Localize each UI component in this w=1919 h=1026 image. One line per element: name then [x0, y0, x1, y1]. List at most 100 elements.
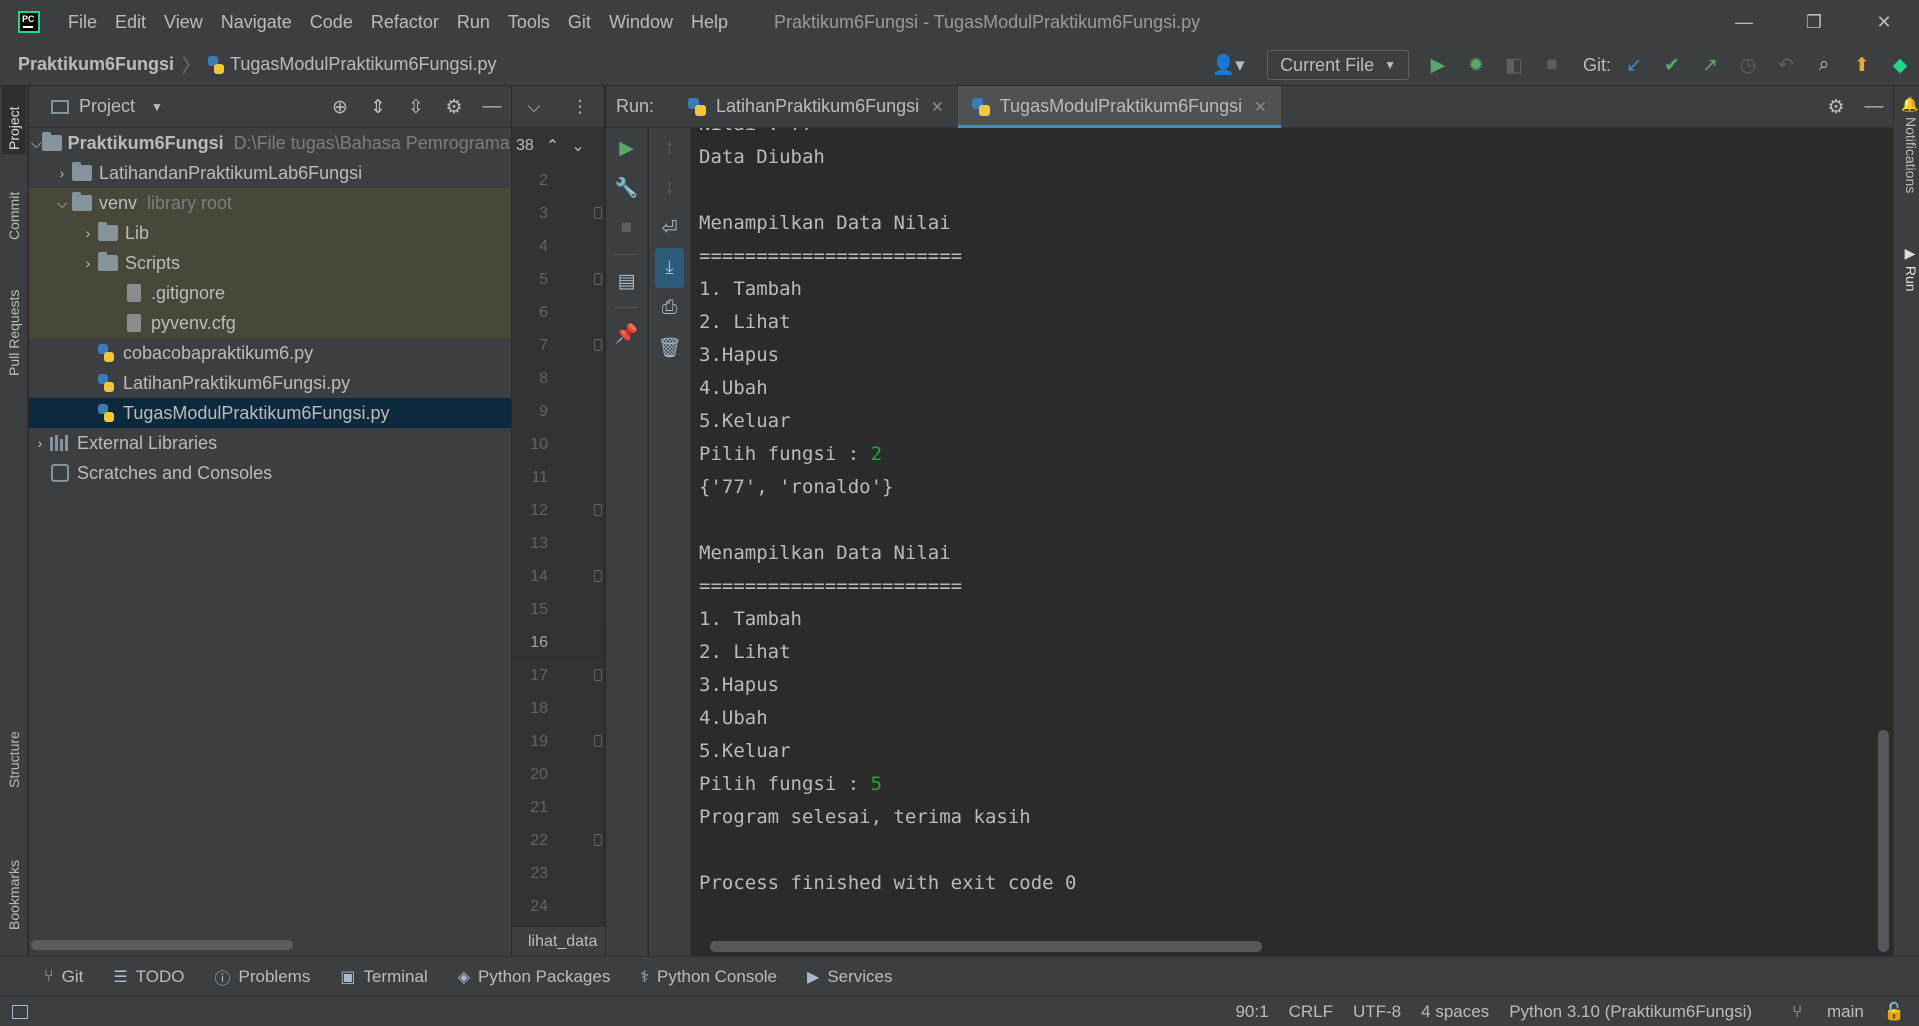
hide-icon[interactable]: —: [473, 86, 511, 128]
user-icon[interactable]: 👤▾: [1205, 44, 1251, 86]
run-tab-tugas[interactable]: TugasModulPraktikum6Fungsi ✕: [957, 85, 1281, 128]
layout-icon[interactable]: ▤: [606, 261, 647, 301]
tree-item-file[interactable]: LatihanPraktikum6Fungsi.py: [29, 368, 511, 398]
trash-icon[interactable]: 🗑: [649, 328, 690, 368]
chevron-down-icon[interactable]: ⌵: [31, 135, 42, 152]
file-encoding[interactable]: UTF-8: [1353, 1002, 1401, 1022]
chevron-right-icon[interactable]: ›: [53, 165, 71, 181]
vertical-scrollbar[interactable]: [1878, 730, 1889, 952]
breadcrumb-file[interactable]: TugasModulPraktikum6Fungsi.py: [230, 54, 496, 75]
tool-tab-git[interactable]: ⑂ Git: [44, 967, 83, 987]
horizontal-scrollbar[interactable]: [31, 940, 293, 950]
breadcrumb-project[interactable]: Praktikum6Fungsi: [18, 54, 174, 75]
lock-icon[interactable]: 🔓: [1884, 1002, 1905, 1022]
fold-icon[interactable]: [594, 735, 602, 747]
project-view-select[interactable]: Project: [79, 96, 135, 117]
hide-icon[interactable]: —: [1855, 86, 1893, 128]
tree-item-file[interactable]: pyvenv.cfg: [29, 308, 511, 338]
scroll-to-end-icon[interactable]: ⤓: [655, 248, 684, 288]
fold-icon[interactable]: [594, 570, 602, 582]
line-separator[interactable]: CRLF: [1289, 1002, 1333, 1022]
search-icon[interactable]: ⌕: [1805, 44, 1843, 86]
pin-icon[interactable]: 📌: [606, 314, 647, 354]
stop-icon[interactable]: ■: [1533, 44, 1571, 86]
collapse-all-icon[interactable]: ⇳: [397, 86, 435, 128]
git-push-icon[interactable]: ↗: [1691, 44, 1729, 86]
toggle-tool-windows-icon[interactable]: [12, 1004, 28, 1019]
gear-icon[interactable]: ⚙: [435, 86, 473, 128]
git-branch[interactable]: ⑂ main: [1772, 1002, 1864, 1022]
fold-icon[interactable]: [594, 669, 602, 681]
ide-logo-icon[interactable]: ◆: [1881, 44, 1919, 86]
history-icon[interactable]: ◷: [1729, 44, 1767, 86]
menu-tools[interactable]: Tools: [508, 12, 550, 33]
print-icon[interactable]: ⎙: [649, 288, 690, 328]
tool-tab-run[interactable]: ▶ Run: [1897, 246, 1919, 306]
git-update-icon[interactable]: ↙: [1615, 44, 1653, 86]
menu-run[interactable]: Run: [457, 12, 490, 33]
menu-edit[interactable]: Edit: [115, 12, 146, 33]
arrow-up-icon[interactable]: ↑: [649, 128, 690, 168]
tree-item-scratches[interactable]: Scratches and Consoles: [29, 458, 511, 488]
close-icon[interactable]: ✕: [1849, 0, 1919, 44]
tool-tab-project[interactable]: Project: [2, 86, 26, 154]
function-breadcrumb[interactable]: lihat_data: [512, 926, 605, 956]
wrench-icon[interactable]: 🔧: [606, 168, 647, 208]
run-configuration-select[interactable]: Current File ▼: [1267, 50, 1409, 80]
menu-navigate[interactable]: Navigate: [221, 12, 292, 33]
tool-tab-services[interactable]: ▶ Services: [807, 967, 893, 987]
restore-icon[interactable]: ❐: [1779, 0, 1849, 44]
tree-item-folder[interactable]: › Scripts: [29, 248, 511, 278]
horizontal-scrollbar[interactable]: [710, 941, 1262, 952]
tool-tab-python-packages[interactable]: ◈ Python Packages: [458, 967, 611, 987]
tool-tab-structure[interactable]: Structure: [2, 716, 26, 788]
rerun-icon[interactable]: ▶: [606, 128, 647, 168]
tree-item-project-root[interactable]: ⌵ Praktikum6Fungsi D:\File tugas\Bahasa …: [29, 128, 511, 158]
tree-item-folder[interactable]: › LatihandanPraktikumLab6Fungsi: [29, 158, 511, 188]
menu-file[interactable]: File: [68, 12, 97, 33]
menu-refactor[interactable]: Refactor: [371, 12, 439, 33]
debug-icon[interactable]: ✹: [1457, 44, 1495, 86]
tool-tab-notifications[interactable]: 🔔 Notifications: [1897, 96, 1919, 216]
expand-all-icon[interactable]: ⇕: [359, 86, 397, 128]
chevron-right-icon[interactable]: ›: [31, 435, 49, 451]
updates-icon[interactable]: ⬆: [1843, 44, 1881, 86]
run-tab-latihan[interactable]: LatihanPraktikum6Fungsi ✕: [674, 86, 958, 128]
chevron-up-icon[interactable]: ⌃: [546, 136, 559, 156]
tree-item-folder[interactable]: › Lib: [29, 218, 511, 248]
menu-git[interactable]: Git: [568, 12, 591, 33]
tree-item-external-libraries[interactable]: › External Libraries: [29, 428, 511, 458]
tree-item-file[interactable]: .gitignore: [29, 278, 511, 308]
minimize-icon[interactable]: —: [1709, 0, 1779, 44]
tool-tab-terminal[interactable]: ▣ Terminal: [340, 967, 427, 987]
python-interpreter[interactable]: Python 3.10 (Praktikum6Fungsi): [1509, 1002, 1752, 1022]
tool-tab-commit[interactable]: Commit: [2, 170, 26, 240]
rollback-icon[interactable]: ↶: [1767, 44, 1805, 86]
fold-icon[interactable]: [594, 273, 602, 285]
chevron-down-icon[interactable]: ⌵: [528, 97, 541, 117]
chevron-right-icon[interactable]: ›: [79, 225, 97, 241]
tree-item-file[interactable]: cobacobapraktikum6.py: [29, 338, 511, 368]
fold-icon[interactable]: [594, 504, 602, 516]
run-icon[interactable]: ▶: [1419, 44, 1457, 86]
tool-tab-bookmarks[interactable]: Bookmarks: [2, 834, 26, 930]
tool-tab-problems[interactable]: ⓘ Problems: [215, 965, 311, 989]
close-icon[interactable]: ✕: [1254, 98, 1267, 116]
menu-help[interactable]: Help: [691, 12, 728, 33]
tree-item-file-selected[interactable]: TugasModulPraktikum6Fungsi.py: [29, 398, 511, 428]
menu-code[interactable]: Code: [310, 12, 353, 33]
console-output[interactable]: Nilai : 77 Data Diubah Menampilkan Data …: [696, 128, 1866, 908]
chevron-down-icon[interactable]: ▼: [151, 100, 163, 114]
chevron-down-icon[interactable]: ⌵: [53, 195, 71, 212]
chevron-right-icon[interactable]: ›: [79, 255, 97, 271]
gear-icon[interactable]: ⚙: [1817, 86, 1855, 128]
fold-icon[interactable]: [594, 834, 602, 846]
tool-tab-python-console[interactable]: ⚕ Python Console: [640, 967, 777, 987]
fold-icon[interactable]: [594, 339, 602, 351]
stop-icon[interactable]: ■: [606, 208, 647, 248]
indent-setting[interactable]: 4 spaces: [1421, 1002, 1489, 1022]
soft-wrap-icon[interactable]: ⏎: [649, 208, 690, 248]
locate-icon[interactable]: ⊕: [321, 86, 359, 128]
arrow-down-icon[interactable]: ↓: [649, 168, 690, 208]
menu-view[interactable]: View: [164, 12, 203, 33]
